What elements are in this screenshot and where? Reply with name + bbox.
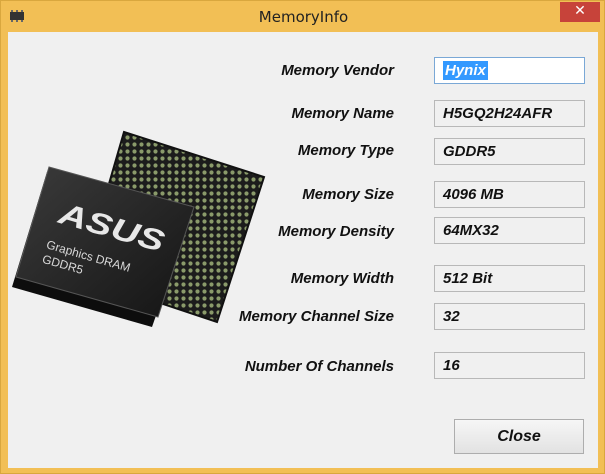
memory-vendor-field[interactable]: Hynix (434, 57, 585, 84)
memory-size-field[interactable]: 4096 MB (434, 181, 585, 208)
memory-name-field[interactable]: H5GQ2H24AFR (434, 100, 585, 127)
memory-width-field[interactable]: 512 Bit (434, 265, 585, 292)
memory-density-field[interactable]: 64MX32 (434, 217, 585, 244)
window-title: MemoryInfo (258, 8, 349, 26)
number-of-channels-label: Number Of Channels (244, 358, 394, 375)
memory-type-field[interactable]: GDDR5 (434, 138, 585, 165)
memory-type-label: Memory Type (297, 142, 394, 159)
memoryinfo-window: MemoryInfo ✕ ASUS Graphics DRAM GDDR5 Me… (0, 0, 605, 474)
number-of-channels-field[interactable]: 16 (434, 352, 585, 379)
memory-width-label: Memory Width (290, 270, 394, 287)
dialog-client-area: ASUS Graphics DRAM GDDR5 Memory Vendor H… (8, 32, 598, 468)
close-button[interactable]: Close (454, 419, 584, 454)
window-close-icon[interactable]: ✕ (560, 2, 600, 22)
memory-vendor-label: Memory Vendor (281, 62, 394, 79)
memory-channel-size-label: Memory Channel Size (238, 308, 394, 325)
memory-vendor-value: Hynix (443, 61, 488, 80)
memory-channel-size-field[interactable]: 32 (434, 303, 585, 330)
memory-name-label: Memory Name (291, 105, 394, 122)
memory-density-label: Memory Density (278, 223, 394, 240)
title-bar[interactable]: MemoryInfo ✕ (1, 1, 605, 32)
memory-size-label: Memory Size (302, 186, 394, 203)
